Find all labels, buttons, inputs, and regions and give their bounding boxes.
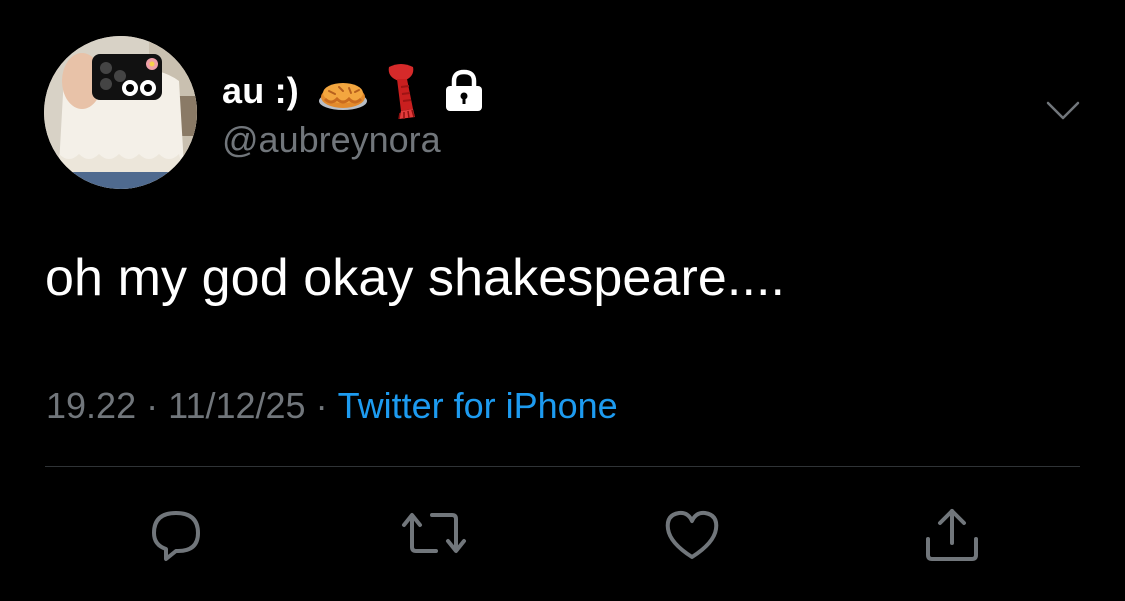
display-name-row: au :) [222,63,485,119]
retweet-icon[interactable] [400,505,466,565]
tweet-time: 19.22 [46,385,137,426]
tweet-source-link[interactable]: Twitter for iPhone [338,385,618,426]
like-icon[interactable] [662,505,722,565]
handle[interactable]: @aubreynora [222,119,441,161]
chevron-down-icon[interactable] [1046,100,1080,122]
display-name[interactable]: au :) [222,70,299,112]
pie-emoji-icon [317,69,369,113]
meta-separator: · [146,385,159,426]
tweet-date: 11/12/25 [168,385,306,426]
share-icon[interactable] [922,505,982,565]
lock-icon [443,69,485,113]
tweet-text: oh my god okay shakespeare.... [45,249,786,307]
divider [45,466,1080,467]
meta-separator: · [315,385,328,426]
tweet-meta: 19.22 · 11/12/25 · Twitter for iPhone [46,385,618,427]
scarf-emoji-icon [383,63,419,119]
avatar[interactable] [44,36,197,189]
reply-icon[interactable] [148,505,208,565]
tweet-detail: au :) @aubreynora oh my god okay shakesp… [0,0,1125,601]
